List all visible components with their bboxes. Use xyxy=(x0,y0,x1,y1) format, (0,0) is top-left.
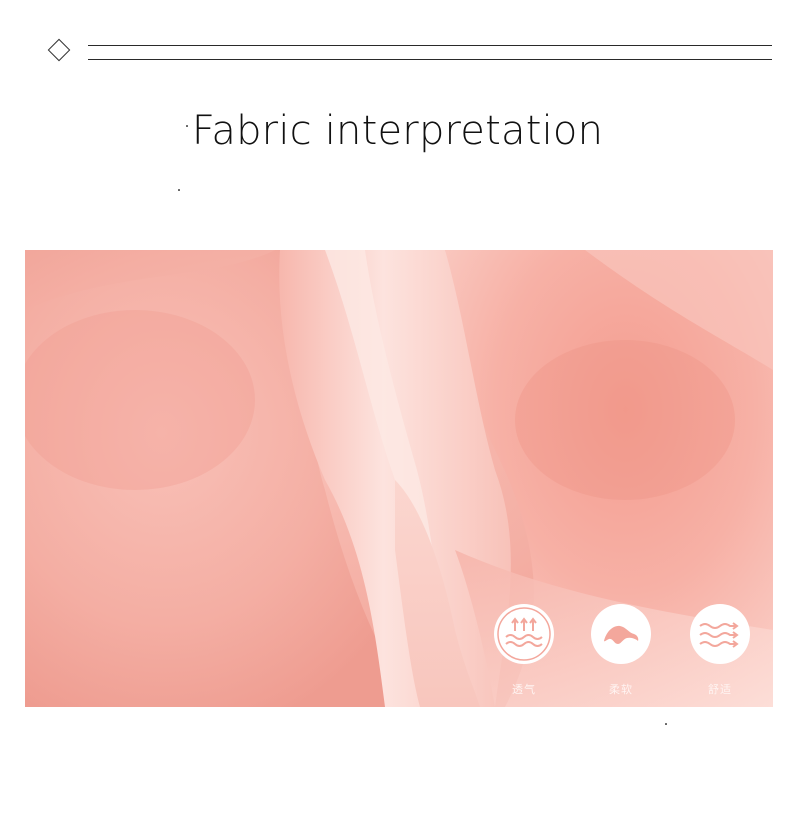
comfort-wind-icon xyxy=(690,604,750,664)
page-title: Fabric interpretation xyxy=(191,108,604,154)
fabric-photo: 透气 柔软 舒适 xyxy=(25,250,773,707)
speck xyxy=(186,125,188,127)
soft-cloud-icon xyxy=(591,604,651,664)
feature-breathable: 透气 xyxy=(493,604,555,697)
diamond-icon xyxy=(47,38,71,62)
feature-comfort: 舒适 xyxy=(689,604,751,697)
feature-label: 舒适 xyxy=(708,683,732,696)
breathable-waves-icon xyxy=(494,604,554,664)
feature-soft: 柔软 xyxy=(590,604,652,697)
fabric-drape-illustration xyxy=(25,250,773,707)
speck xyxy=(665,723,667,725)
feature-label: 柔软 xyxy=(609,683,633,696)
speck xyxy=(178,189,180,191)
feature-label: 透气 xyxy=(512,683,536,696)
header-divider-bottom xyxy=(88,59,772,60)
header-divider-top xyxy=(88,45,772,46)
